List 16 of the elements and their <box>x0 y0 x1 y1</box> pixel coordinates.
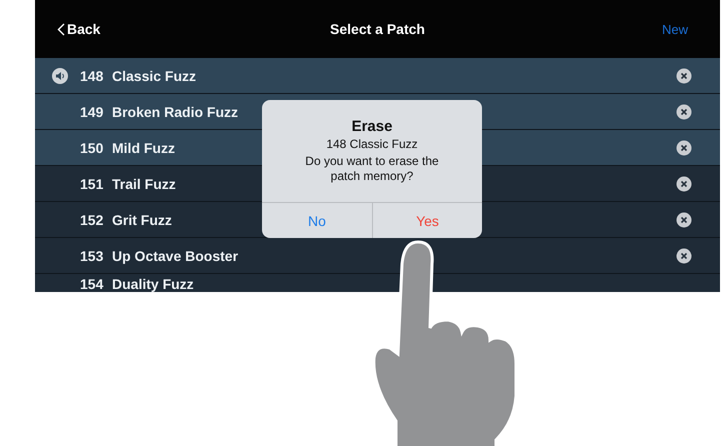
patch-name: Broken Radio Fuzz <box>112 104 238 120</box>
patch-number: 152 <box>80 212 104 228</box>
patch-number: 153 <box>80 248 104 264</box>
patch-name: Grit Fuzz <box>112 212 172 228</box>
patch-name: Duality Fuzz <box>112 276 194 292</box>
patch-number: 151 <box>80 176 104 192</box>
dialog-patch-name: 148 Classic Fuzz <box>325 137 419 152</box>
patch-number: 148 <box>80 68 104 84</box>
patch-number: 154 <box>80 276 104 292</box>
screen-title: Select a Patch <box>330 21 425 37</box>
patch-number: 150 <box>80 140 104 156</box>
patch-name: Classic Fuzz <box>112 68 196 84</box>
patch-name: Trail Fuzz <box>112 176 176 192</box>
patch-number: 149 <box>80 104 104 120</box>
patch-name: Mild Fuzz <box>112 140 175 156</box>
patch-name: Up Octave Booster <box>112 248 238 264</box>
